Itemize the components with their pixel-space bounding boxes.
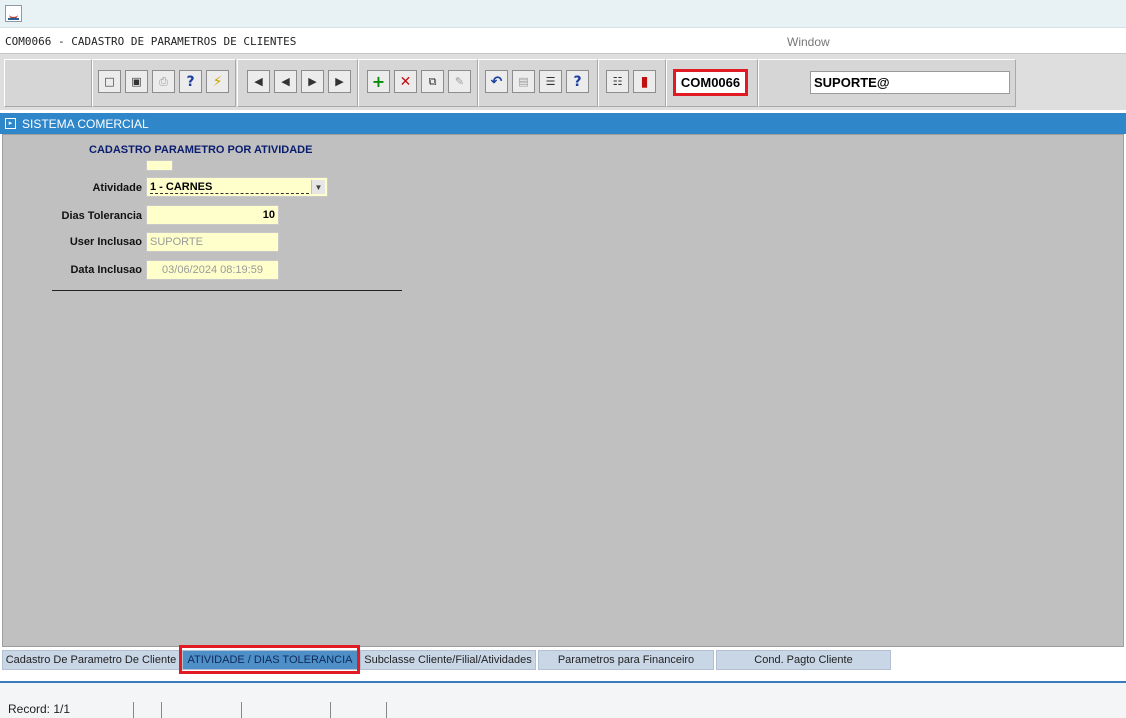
insert-record-icon: + xyxy=(371,72,386,91)
java-app-icon xyxy=(5,5,22,22)
form-code-badge: COM0066 xyxy=(673,69,748,96)
user-field: SUPORTE@ xyxy=(810,71,1010,94)
save-button[interactable]: □ xyxy=(98,70,121,93)
atividade-label: Atividade xyxy=(92,182,142,194)
print-icon: ⎙ xyxy=(159,74,168,88)
enter-query-button[interactable]: ? xyxy=(179,70,202,93)
screen-icon: ▣ xyxy=(131,75,142,88)
user-inclusao-label: User Inclusao xyxy=(69,236,142,248)
exit-icon: ▮ xyxy=(640,73,649,90)
edit-record-button[interactable]: ✎ xyxy=(448,70,471,93)
separator-line xyxy=(52,290,402,291)
previous-record-icon: ◀ xyxy=(281,75,290,88)
first-record-icon: ◀ xyxy=(254,75,263,88)
exit-button[interactable]: ▮ xyxy=(633,70,656,93)
help-button[interactable]: ? xyxy=(566,70,589,93)
last-record-button[interactable]: ▶ xyxy=(328,70,351,93)
tab-cadastro-parametro-cliente[interactable]: Cadastro De Parametro De Cliente xyxy=(2,650,180,670)
dias-tolerancia-label: Dias Tolerancia xyxy=(61,210,143,222)
menu-icon: ☷ xyxy=(612,75,623,88)
data-inclusao-label: Data Inclusao xyxy=(70,264,142,276)
clipboard-icon: ▤ xyxy=(518,75,529,88)
status-divider xyxy=(161,702,162,718)
dias-tolerancia-field[interactable]: 10 xyxy=(146,205,279,225)
previous-record-button[interactable]: ◀ xyxy=(274,70,297,93)
data-inclusao-field[interactable]: 03/06/2024 08:19:59 xyxy=(146,260,279,280)
clipboard-button[interactable]: ▤ xyxy=(512,70,535,93)
insert-record-button[interactable]: + xyxy=(367,70,390,93)
save-icon: □ xyxy=(104,75,115,88)
tab-bar: Cadastro De Parametro De Cliente ATIVIDA… xyxy=(0,647,1126,673)
tab-cond-pagto-cliente[interactable]: Cond. Pagto Cliente xyxy=(716,650,891,670)
tab-subclasse-cliente[interactable]: Subclasse Cliente/Filial/Atividades xyxy=(360,650,536,670)
toolbar-panel-left-spacer xyxy=(4,59,92,107)
menu-window[interactable]: Window xyxy=(787,35,830,49)
record-indicator-field[interactable] xyxy=(146,160,173,171)
help-query-icon: ? xyxy=(186,73,195,90)
edit-icon: ✎ xyxy=(454,75,465,88)
record-counter: Record: 1/1 xyxy=(8,702,71,716)
status-divider xyxy=(330,702,331,718)
user-inclusao-field[interactable]: SUPORTE xyxy=(146,232,279,252)
help-icon: ? xyxy=(573,73,582,90)
window-restore-icon[interactable]: ▸ xyxy=(5,118,16,129)
screen-button[interactable]: ▣ xyxy=(125,70,148,93)
next-record-button[interactable]: ▶ xyxy=(301,70,324,93)
tab-atividade-dias-tolerancia[interactable]: ATIVIDADE / DIAS TOLERANCIA xyxy=(182,650,358,670)
section-header: ▸ SISTEMA COMERCIAL xyxy=(0,113,1126,134)
execute-query-icon: ⚡ xyxy=(212,73,223,90)
print-button[interactable]: ⎙ xyxy=(152,70,175,93)
undo-icon: ↶ xyxy=(490,73,503,90)
first-record-button[interactable]: ◀ xyxy=(247,70,270,93)
list-values-button[interactable]: ☰ xyxy=(539,70,562,93)
undo-button[interactable]: ↶ xyxy=(485,70,508,93)
delete-record-icon: ✕ xyxy=(399,73,412,90)
status-divider xyxy=(241,702,242,718)
delete-record-button[interactable]: ✕ xyxy=(394,70,417,93)
app-title-bar xyxy=(0,0,1126,28)
status-bar: Record: 1/1 xyxy=(0,683,1126,718)
list-values-icon: ☰ xyxy=(545,75,556,88)
menu-bar: COM0066 - CADASTRO DE PARAMETROS DE CLIE… xyxy=(0,28,1126,53)
form-title: COM0066 - CADASTRO DE PARAMETROS DE CLIE… xyxy=(5,35,297,48)
last-record-icon: ▶ xyxy=(335,75,344,88)
duplicate-record-button[interactable]: ⧉ xyxy=(421,70,444,93)
execute-query-button[interactable]: ⚡ xyxy=(206,70,229,93)
form-heading: CADASTRO PARAMETRO POR ATIVIDADE xyxy=(89,144,313,156)
status-divider xyxy=(386,702,387,718)
section-title: SISTEMA COMERCIAL xyxy=(22,117,149,131)
menu-button[interactable]: ☷ xyxy=(606,70,629,93)
tab-parametros-financeiro[interactable]: Parametros para Financeiro xyxy=(538,650,714,670)
chevron-down-icon[interactable]: ▼ xyxy=(311,180,325,194)
next-record-icon: ▶ xyxy=(308,75,317,88)
duplicate-record-icon: ⧉ xyxy=(428,74,437,88)
status-divider xyxy=(133,702,134,718)
atividade-select[interactable]: 1 - CARNES ▼ xyxy=(146,177,328,197)
atividade-value: 1 - CARNES xyxy=(150,181,309,194)
